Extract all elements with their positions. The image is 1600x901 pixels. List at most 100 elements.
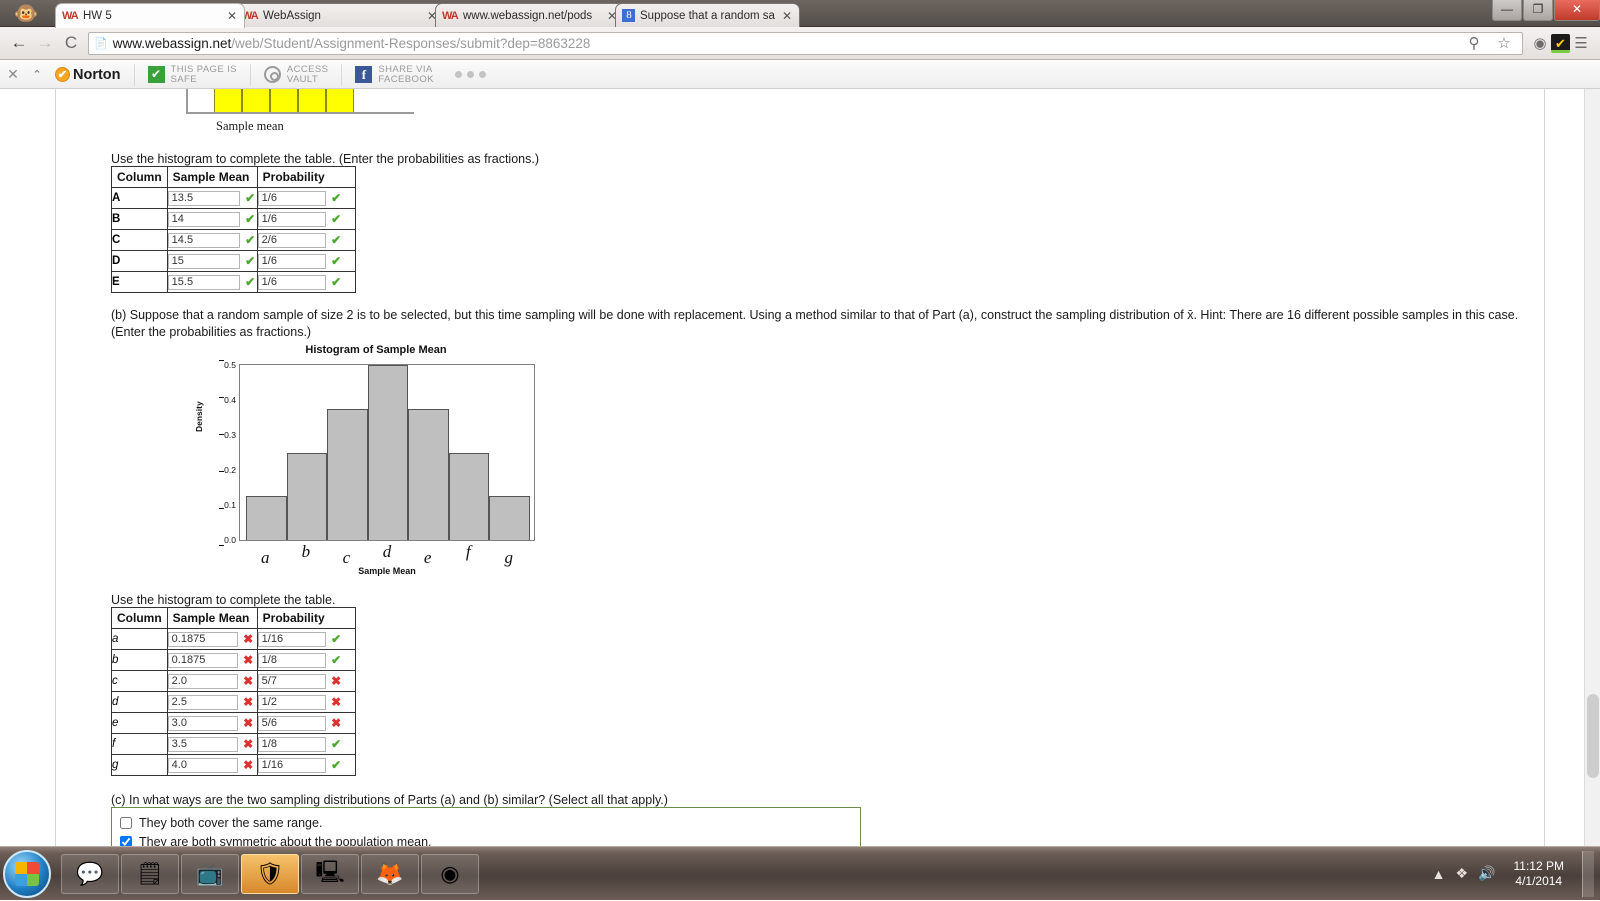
taskbar-button-security-shield[interactable]: 🛡 (241, 853, 299, 894)
taskbar-button-media-player[interactable]: 📺 (181, 853, 239, 894)
sample-mean-input[interactable] (167, 652, 238, 668)
option-checkbox[interactable] (120, 835, 132, 846)
norton-extension-icon[interactable]: ✔ (1551, 33, 1570, 53)
table-header-cell: Column (111, 166, 168, 188)
taskbar-button-chrome[interactable]: ◉ (421, 853, 479, 894)
row-label: E (111, 271, 168, 293)
taskbar-button-firefox[interactable]: 🦊 (361, 853, 419, 894)
y-tick-mark (219, 471, 225, 472)
table-cell: ✖ (166, 733, 258, 755)
table-cell: ✖ (166, 628, 258, 650)
norton-logo: ✔ Norton (48, 61, 128, 88)
y-tick-label: 0.4 (219, 395, 236, 405)
chrome-menu-icon[interactable]: ☰ (1570, 34, 1592, 52)
probability-input[interactable] (257, 652, 326, 668)
browser-toolbar: ← → C 📄 www.webassign.net/web/Student/As… (0, 27, 1600, 60)
table-cell: ✔ (256, 250, 356, 272)
correct-icon: ✔ (331, 212, 342, 226)
bookmark-star-icon[interactable]: ☆ (1493, 34, 1515, 52)
checkbox-option[interactable]: They both cover the same range. (120, 813, 852, 832)
part-a-table: ColumnSample MeanProbability A ✔ ✔ B ✔ ✔ C ✔ ✔ D ✔ ✔… (111, 166, 356, 293)
part-b-histogram-figure: Histogram of Sample Mean Density 0.0 0.1 0… (194, 344, 546, 584)
browser-tab[interactable]: WA HW 5 ✕ (55, 3, 245, 28)
sample-mean-input[interactable] (167, 190, 240, 206)
table-cell: ✔ (166, 187, 258, 209)
sample-mean-input[interactable] (167, 211, 240, 227)
tab-close-icon[interactable]: ✕ (226, 10, 238, 22)
norton-more-icon[interactable] (454, 71, 486, 78)
sample-mean-input[interactable] (167, 631, 238, 647)
tab-close-icon[interactable]: ✕ (781, 10, 793, 22)
close-window-button[interactable]: ✕ (1554, 0, 1600, 21)
probability-input[interactable] (257, 232, 326, 248)
norton-item-line1: SHARE VIA (378, 63, 433, 75)
sample-mean-input[interactable] (167, 673, 238, 689)
table-row: D ✔ ✔ (111, 250, 356, 272)
tray-expand-icon[interactable]: ▲ (1432, 866, 1446, 882)
zoom-icon[interactable]: ⚲ (1463, 34, 1485, 52)
system-tray: ▲ ❖ 🔊 11:12 PM 4/1/2014 (1432, 847, 1600, 901)
probability-input[interactable] (257, 211, 326, 227)
row-label: C (111, 229, 168, 251)
x-axis-label: Sample Mean (358, 566, 416, 576)
url-text: www.webassign.net/web/Student/Assignment… (113, 36, 591, 51)
browser-tab[interactable]: WA www.webassign.net/pods ✕ (435, 3, 625, 27)
address-bar[interactable]: 📄 www.webassign.net/web/Student/Assignme… (88, 31, 1523, 55)
start-button[interactable] (3, 849, 51, 898)
probability-input[interactable] (257, 715, 326, 731)
table-cell: ✖ (256, 691, 356, 713)
show-desktop-button[interactable] (1582, 850, 1594, 897)
probability-input[interactable] (257, 253, 326, 269)
checkbox-option[interactable]: They are both symmetric about the popula… (120, 832, 852, 846)
probability-input[interactable] (257, 673, 326, 689)
option-checkbox[interactable] (120, 816, 132, 829)
row-label: d (111, 691, 168, 713)
probability-input[interactable] (257, 274, 326, 290)
norton-collapse-icon[interactable]: ⌃ (26, 68, 48, 81)
table-row: b ✖ ✔ (111, 649, 356, 671)
row-label: e (111, 712, 168, 734)
sample-mean-input[interactable] (167, 694, 238, 710)
probability-input[interactable] (257, 757, 326, 773)
scrollbar-thumb[interactable] (1587, 694, 1599, 778)
sample-mean-input[interactable] (167, 253, 240, 269)
taskbar-button-sticky-notes[interactable]: 🗒 (121, 853, 179, 894)
sample-mean-input[interactable] (167, 757, 238, 773)
browser-tab[interactable]: 8 Suppose that a random sa ✕ (615, 3, 800, 27)
url-domain: www.webassign.net (112, 35, 232, 51)
minimize-button[interactable]: — (1492, 0, 1522, 21)
x-tick-label: c (342, 548, 351, 567)
dropbox-icon[interactable]: ❖ (1456, 865, 1469, 882)
norton-close-icon[interactable]: ✕ (0, 66, 26, 83)
probability-input[interactable] (257, 694, 326, 710)
incorrect-icon: ✖ (243, 674, 254, 688)
sample-mean-input[interactable] (167, 274, 240, 290)
sample-mean-input[interactable] (167, 715, 238, 731)
forward-icon[interactable]: → (32, 33, 58, 53)
taskbar-button-calculator[interactable]: 🖳 (301, 853, 359, 894)
probability-input[interactable] (257, 631, 326, 647)
table-row: c ✖ ✖ (111, 670, 356, 692)
vertical-scrollbar[interactable] (1584, 89, 1600, 846)
windows-taskbar: 💬 🗒 📺 🛡 🖳 🦊 ◉ ▲ ❖ 🔊 11:12 PM 4/1/2014 (0, 846, 1600, 900)
sample-mean-input[interactable] (167, 232, 240, 248)
probability-input[interactable] (257, 190, 326, 206)
norton-item-page-safe[interactable]: ✔ THIS PAGE IS SAFE (141, 61, 244, 88)
norton-item-share-facebook[interactable]: f SHARE VIA FACEBOOK (348, 61, 440, 88)
incorrect-icon: ✖ (243, 695, 254, 709)
probability-input[interactable] (257, 736, 326, 752)
part-b-question: (b) Suppose that a random sample of size… (111, 308, 1519, 339)
back-icon[interactable]: ← (6, 33, 32, 53)
taskbar-button-skype[interactable]: 💬 (61, 853, 119, 894)
reload-icon[interactable]: C (58, 33, 84, 53)
histogram-bar (489, 496, 531, 540)
norton-item-access-vault[interactable]: ACCESS VAULT (257, 61, 335, 88)
extension-eye-icon[interactable]: ◉ (1529, 34, 1551, 52)
volume-icon[interactable]: 🔊 (1478, 865, 1495, 882)
sample-mean-input[interactable] (167, 736, 238, 752)
browser-tab[interactable]: WA WebAssign ✕ (235, 3, 445, 27)
clock[interactable]: 11:12 PM 4/1/2014 (1506, 859, 1572, 889)
incorrect-icon: ✖ (243, 758, 254, 772)
x-tick-label: e (423, 548, 432, 567)
maximize-button[interactable]: ❐ (1523, 0, 1553, 21)
